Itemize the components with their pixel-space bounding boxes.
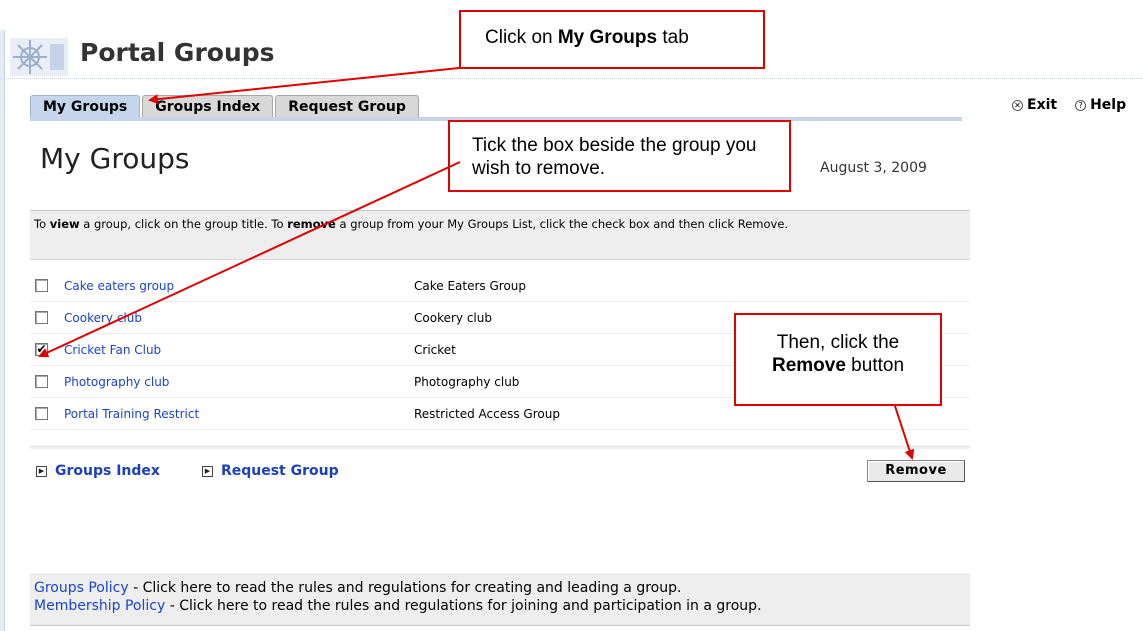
instr-remove-word: remove (287, 217, 336, 231)
page-date: August 3, 2009 (820, 160, 927, 176)
callout1-pre: Click on (485, 27, 558, 48)
callout-click-remove: Then, click the Remove button (734, 313, 942, 406)
callout3-bold: Remove (771, 355, 846, 376)
page-heading: My Groups (40, 142, 190, 175)
footer-links: ▶ Groups Index ▶ Request Group (36, 463, 339, 479)
membership-policy-text: - Click here to read the rules and regul… (165, 598, 762, 614)
callout3-post: button (845, 355, 905, 376)
callout-click-my-groups: Click on My Groups tab (459, 10, 765, 69)
close-circle-icon: ✕ (1012, 99, 1023, 111)
request-group-label: Request Group (220, 463, 339, 479)
group-description: Photography club (414, 374, 520, 389)
group-description: Cookery club (414, 310, 492, 325)
callout1-bold: My Groups (557, 27, 658, 48)
left-frame-strip (0, 30, 5, 631)
exit-label: Exit (1027, 97, 1058, 113)
play-square-icon: ▶ (201, 465, 213, 477)
list-footer-divider (30, 445, 970, 449)
groups-index-label: Groups Index (55, 463, 160, 479)
portal-title: Portal Groups (80, 38, 275, 67)
help-label: Help (1090, 97, 1127, 113)
group-title-link[interactable]: Photography club (64, 375, 414, 389)
groups-index-link[interactable]: ▶ Groups Index (36, 463, 160, 479)
group-checkbox[interactable] (35, 375, 48, 388)
list-item: Cake eaters group Cake Eaters Group (30, 270, 970, 302)
groups-policy-text: - Click here to read the rules and regul… (128, 580, 682, 596)
group-description: Cake Eaters Group (414, 278, 527, 293)
group-checkbox-checked[interactable]: ✔ (35, 343, 48, 356)
group-title-link[interactable]: Cake eaters group (64, 279, 414, 293)
tab-request-group[interactable]: Request Group (275, 95, 419, 118)
callout1-post: tab (657, 27, 689, 48)
instr-view-word: view (49, 217, 80, 231)
instructions: To view a group, click on the group titl… (30, 210, 970, 260)
exit-link[interactable]: ✕ Exit (1012, 97, 1057, 113)
group-description: Restricted Access Group (414, 406, 560, 421)
instr-part2: a group, click on the group title. To (79, 217, 288, 231)
tab-groups-index[interactable]: Groups Index (142, 95, 274, 118)
instr-part1: To (34, 217, 50, 231)
callout3-line2: Remove button (744, 354, 932, 377)
group-title-link[interactable]: Portal Training Restrict (64, 407, 414, 421)
groups-policy-link[interactable]: Groups Policy (34, 580, 129, 596)
membership-policy-line: Membership Policy - Click here to read t… (34, 597, 966, 615)
remove-button[interactable]: Remove (867, 460, 965, 482)
help-link[interactable]: ? Help (1075, 97, 1126, 113)
header-divider (0, 78, 1143, 79)
callout-tick-box: Tick the box beside the group you wish t… (448, 120, 791, 192)
question-circle-icon: ? (1075, 99, 1087, 111)
request-group-link[interactable]: ▶ Request Group (201, 463, 339, 479)
group-checkbox[interactable] (35, 311, 48, 324)
groups-policy-line: Groups Policy - Click here to read the r… (34, 579, 966, 597)
tab-my-groups[interactable]: My Groups (30, 95, 141, 118)
group-checkbox[interactable] (35, 407, 48, 420)
group-description: Cricket (414, 342, 456, 357)
membership-policy-link[interactable]: Membership Policy (34, 598, 165, 614)
group-title-link[interactable]: Cookery club (64, 311, 414, 325)
policies-panel: Groups Policy - Click here to read the r… (30, 573, 970, 626)
play-square-icon: ▶ (36, 465, 47, 477)
tab-bar: My Groups Groups Index Request Group (30, 94, 421, 118)
instr-part3: a group from your My Groups List, click … (335, 217, 789, 231)
callout3-line1: Then, click the (776, 332, 900, 353)
top-links: ✕ Exit ? Help (1012, 97, 1126, 113)
portal-logo-icon (10, 38, 68, 76)
group-title-link[interactable]: Cricket Fan Club (64, 343, 414, 357)
group-checkbox[interactable] (35, 279, 48, 292)
